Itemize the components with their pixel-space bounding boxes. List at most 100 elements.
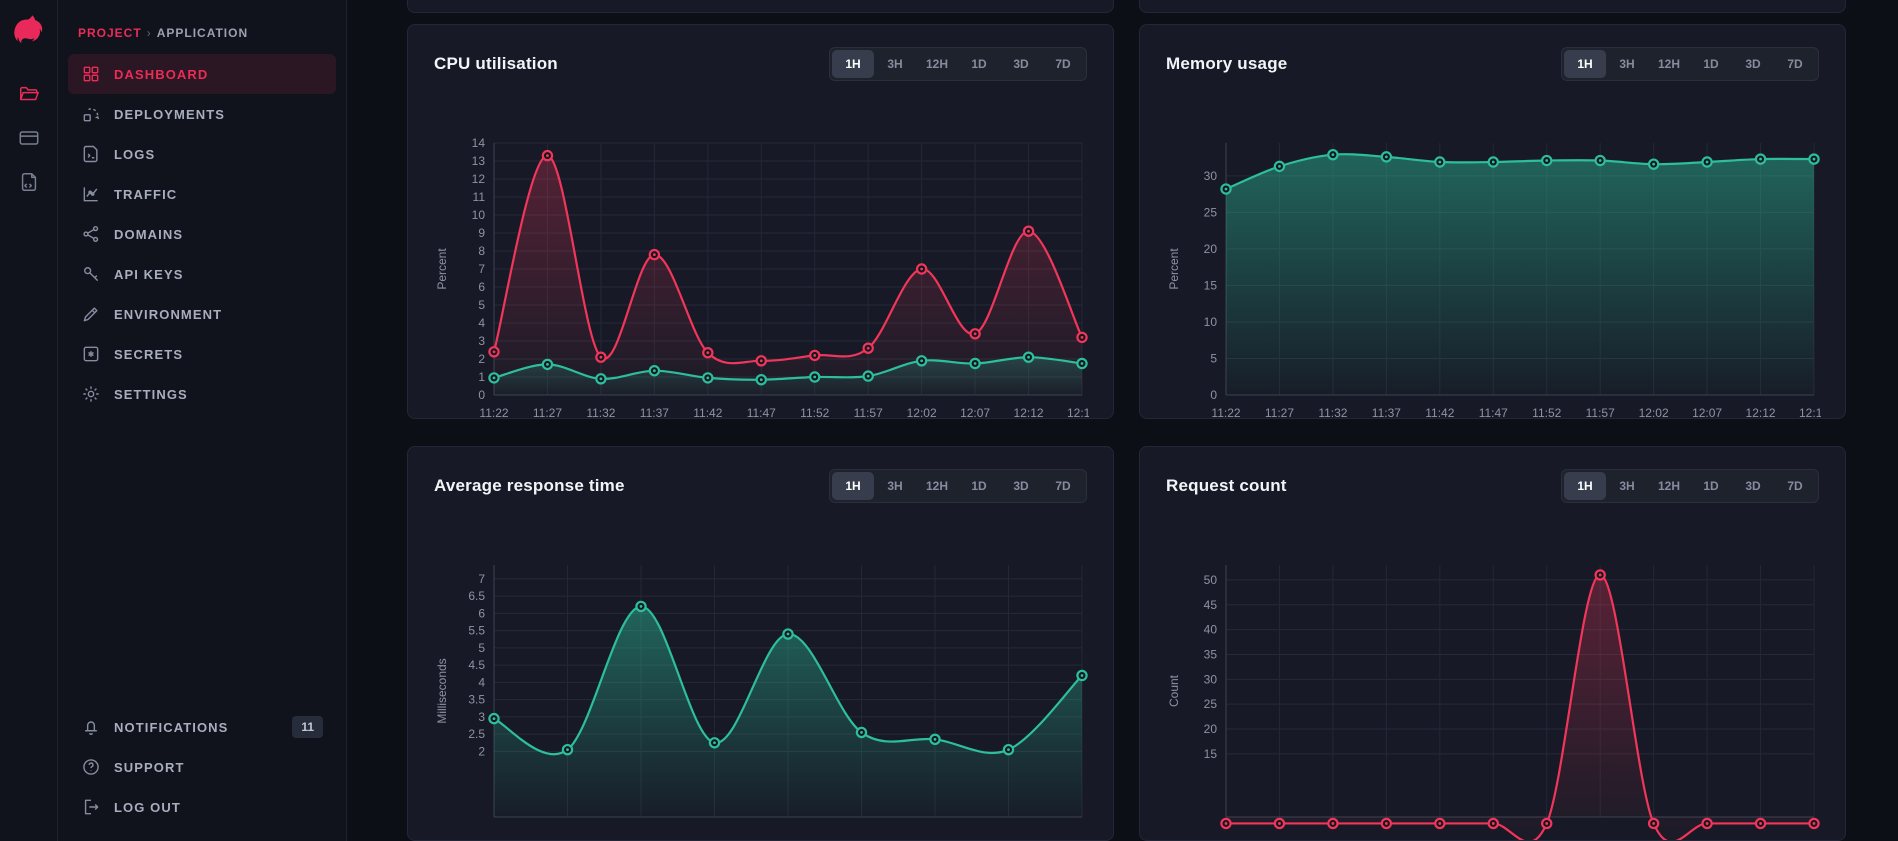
range-button-1h[interactable]: 1H bbox=[832, 472, 874, 500]
deployments-icon bbox=[81, 104, 101, 124]
sidebar-item-label: NOTIFICATIONS bbox=[114, 720, 228, 735]
logout-icon bbox=[81, 797, 101, 817]
sidebar-item-settings[interactable]: SETTINGS bbox=[68, 374, 336, 414]
svg-text:40: 40 bbox=[1204, 623, 1218, 637]
range-button-7d[interactable]: 7D bbox=[1774, 472, 1816, 500]
file-code-icon[interactable] bbox=[17, 170, 41, 194]
svg-text:12:17: 12:17 bbox=[1799, 406, 1821, 419]
page-title: Request count bbox=[1166, 476, 1287, 496]
svg-text:11:32: 11:32 bbox=[1318, 406, 1347, 419]
range-button-7d[interactable]: 7D bbox=[1042, 472, 1084, 500]
time-range-group: 1H 3H 12H 1D 3D 7D bbox=[1561, 469, 1819, 503]
svg-text:12:02: 12:02 bbox=[1639, 406, 1669, 419]
breadcrumb: PROJECT›APPLICATION bbox=[58, 0, 346, 54]
svg-text:11:32: 11:32 bbox=[586, 406, 615, 419]
sidebar-item-label: DOMAINS bbox=[114, 227, 183, 242]
svg-text:3.5: 3.5 bbox=[468, 693, 485, 707]
svg-text:Milliseconds: Milliseconds bbox=[435, 658, 449, 723]
range-button-12h[interactable]: 12H bbox=[1648, 472, 1690, 500]
sidebar-footer-nav: NOTIFICATIONS 11 SUPPORT LOG OUT bbox=[58, 707, 346, 827]
sidebar-item-api-keys[interactable]: API KEYS bbox=[68, 254, 336, 294]
time-range-group: 1H 3H 12H 1D 3D 7D bbox=[1561, 47, 1819, 81]
svg-text:5: 5 bbox=[478, 298, 485, 312]
gear-icon bbox=[81, 384, 101, 404]
cpu-chart: 01234567891011121314Percent11:2211:2711:… bbox=[434, 129, 1089, 419]
svg-text:20: 20 bbox=[1204, 242, 1218, 256]
svg-text:12:07: 12:07 bbox=[1692, 406, 1722, 419]
svg-text:11:47: 11:47 bbox=[1479, 406, 1508, 419]
range-button-3d[interactable]: 3D bbox=[1000, 472, 1042, 500]
range-button-1d[interactable]: 1D bbox=[958, 472, 1000, 500]
svg-text:1: 1 bbox=[478, 370, 485, 384]
range-button-12h[interactable]: 12H bbox=[916, 50, 958, 78]
range-button-1h[interactable]: 1H bbox=[1564, 472, 1606, 500]
sidebar-item-domains[interactable]: DOMAINS bbox=[68, 214, 336, 254]
sidebar-item-deployments[interactable]: DEPLOYMENTS bbox=[68, 94, 336, 134]
sidebar-spacer bbox=[58, 414, 346, 707]
icon-rail bbox=[0, 0, 58, 841]
sidebar-item-logs[interactable]: LOGS bbox=[68, 134, 336, 174]
svg-text:11:57: 11:57 bbox=[854, 406, 883, 419]
sidebar-item-traffic[interactable]: TRAFFIC bbox=[68, 174, 336, 214]
nest-logo-icon[interactable] bbox=[11, 12, 47, 48]
range-button-3h[interactable]: 3H bbox=[874, 50, 916, 78]
page-title: Average response time bbox=[434, 476, 625, 496]
svg-text:11:57: 11:57 bbox=[1586, 406, 1615, 419]
svg-text:15: 15 bbox=[1204, 747, 1218, 761]
projects-folder-icon[interactable] bbox=[17, 82, 41, 106]
range-button-3d[interactable]: 3D bbox=[1732, 472, 1774, 500]
svg-text:12:02: 12:02 bbox=[907, 406, 937, 419]
svg-text:11:37: 11:37 bbox=[640, 406, 669, 419]
svg-text:11:52: 11:52 bbox=[800, 406, 829, 419]
sidebar-item-dashboard[interactable]: DASHBOARD bbox=[68, 54, 336, 94]
svg-text:25: 25 bbox=[1204, 697, 1218, 711]
billing-card-icon[interactable] bbox=[17, 126, 41, 150]
request-count-chart: 1520253035404550Count bbox=[1166, 551, 1821, 841]
range-button-3h[interactable]: 3H bbox=[1606, 50, 1648, 78]
svg-text:2: 2 bbox=[478, 745, 485, 759]
main-content: CPU utilisation 1H 3H 12H 1D 3D 7D 01234… bbox=[347, 0, 1898, 841]
svg-text:11:42: 11:42 bbox=[1425, 406, 1454, 419]
range-button-1h[interactable]: 1H bbox=[832, 50, 874, 78]
svg-text:11:42: 11:42 bbox=[693, 406, 722, 419]
sidebar-item-logout[interactable]: LOG OUT bbox=[68, 787, 336, 827]
range-button-7d[interactable]: 7D bbox=[1774, 50, 1816, 78]
sidebar-item-support[interactable]: SUPPORT bbox=[68, 747, 336, 787]
range-button-3d[interactable]: 3D bbox=[1000, 50, 1042, 78]
range-button-1d[interactable]: 1D bbox=[1690, 472, 1732, 500]
svg-text:7: 7 bbox=[478, 262, 485, 276]
svg-text:15: 15 bbox=[1204, 279, 1218, 293]
card-cpu-utilisation: CPU utilisation 1H 3H 12H 1D 3D 7D 01234… bbox=[407, 24, 1114, 419]
svg-text:12:12: 12:12 bbox=[1014, 406, 1044, 419]
range-button-3d[interactable]: 3D bbox=[1732, 50, 1774, 78]
sidebar-item-secrets[interactable]: SECRETS bbox=[68, 334, 336, 374]
svg-text:4: 4 bbox=[478, 316, 485, 330]
sidebar-nav: DASHBOARD DEPLOYMENTS LOGS bbox=[58, 54, 346, 414]
svg-text:12:07: 12:07 bbox=[960, 406, 990, 419]
card-average-response-time: Average response time 1H 3H 12H 1D 3D 7D… bbox=[407, 446, 1114, 841]
breadcrumb-application[interactable]: APPLICATION bbox=[157, 26, 248, 40]
svg-text:11:27: 11:27 bbox=[1265, 406, 1294, 419]
memory-chart: 051015202530Percent11:2211:2711:3211:371… bbox=[1166, 129, 1821, 419]
range-button-3h[interactable]: 3H bbox=[874, 472, 916, 500]
card-above-cutoff bbox=[1139, 0, 1846, 13]
range-button-12h[interactable]: 12H bbox=[1648, 50, 1690, 78]
range-button-7d[interactable]: 7D bbox=[1042, 50, 1084, 78]
range-button-3h[interactable]: 3H bbox=[1606, 472, 1648, 500]
range-button-12h[interactable]: 12H bbox=[916, 472, 958, 500]
svg-text:11:27: 11:27 bbox=[533, 406, 562, 419]
breadcrumb-project[interactable]: PROJECT bbox=[78, 26, 142, 40]
bell-icon bbox=[81, 717, 101, 737]
sidebar-item-notifications[interactable]: NOTIFICATIONS 11 bbox=[68, 707, 336, 747]
svg-text:7: 7 bbox=[478, 572, 485, 586]
svg-text:6: 6 bbox=[478, 606, 485, 620]
range-button-1d[interactable]: 1D bbox=[958, 50, 1000, 78]
svg-text:9: 9 bbox=[478, 226, 485, 240]
range-button-1d[interactable]: 1D bbox=[1690, 50, 1732, 78]
svg-text:30: 30 bbox=[1204, 169, 1218, 183]
svg-text:50: 50 bbox=[1204, 573, 1218, 587]
svg-text:11:22: 11:22 bbox=[1211, 406, 1240, 419]
svg-text:Count: Count bbox=[1167, 674, 1181, 707]
range-button-1h[interactable]: 1H bbox=[1564, 50, 1606, 78]
sidebar-item-environment[interactable]: ENVIRONMENT bbox=[68, 294, 336, 334]
